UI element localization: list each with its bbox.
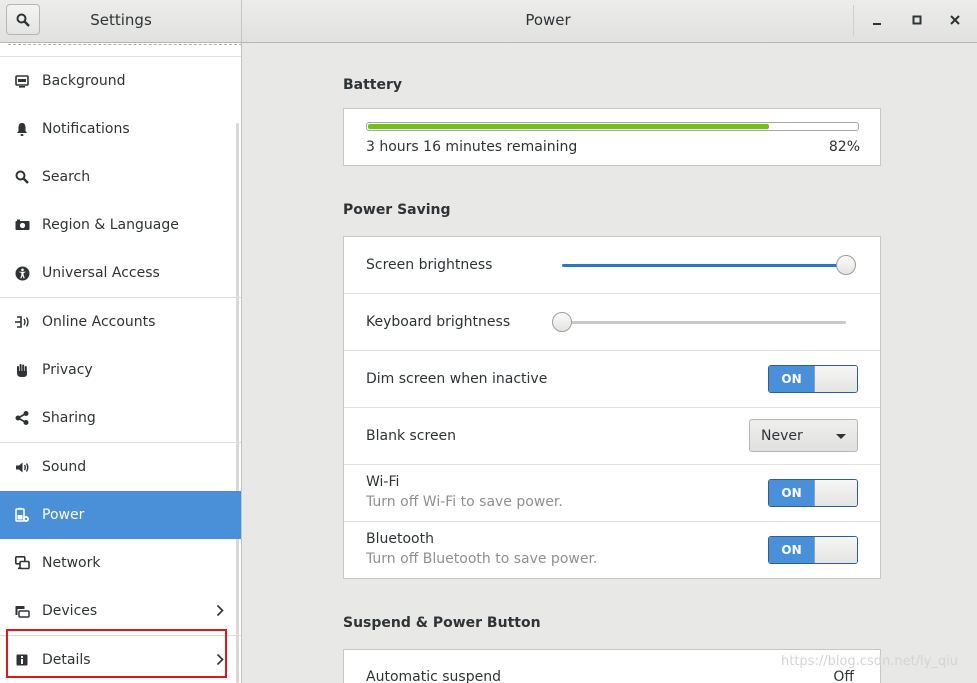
sidebar-item-notifications[interactable]: Notifications <box>0 105 241 153</box>
bluetooth-switch[interactable]: ON <box>768 536 858 564</box>
screen-brightness-slider[interactable] <box>836 255 856 275</box>
sidebar-item-label: Region & Language <box>42 217 179 233</box>
bluetooth-row: Bluetooth Turn off Bluetooth to save pow… <box>344 522 880 578</box>
power-saving-panel: Screen brightness Keyboard brightness Di… <box>343 236 881 579</box>
background-icon <box>14 73 30 89</box>
header-bar: Settings Power <box>0 0 977 43</box>
maximize-button[interactable] <box>905 8 929 32</box>
keyboard-brightness-slider[interactable] <box>552 312 572 332</box>
screen-brightness-label: Screen brightness <box>366 257 493 273</box>
app-title: Settings <box>90 11 152 29</box>
sidebar-item-power[interactable]: Power <box>0 491 241 539</box>
sidebar-item-label: Background <box>42 73 126 89</box>
wifi-label: Wi-Fi <box>366 474 400 490</box>
details-highlight-box <box>6 629 227 678</box>
switch-state: ON <box>769 366 814 392</box>
sidebar-item-label: Universal Access <box>42 265 160 281</box>
blank-screen-dropdown[interactable]: Never <box>749 419 858 452</box>
page-title: Power <box>525 11 571 29</box>
keyboard-brightness-row: Keyboard brightness <box>344 294 880 351</box>
hand-icon <box>14 362 30 378</box>
sidebar-header: Settings <box>0 0 242 42</box>
sidebar-dashed-divider <box>8 44 241 45</box>
sidebar-item-label: Power <box>42 507 85 523</box>
dropdown-arrow-icon <box>836 434 846 439</box>
sidebar-item-sound[interactable]: Sound <box>0 443 241 491</box>
sidebar-item-universal-access[interactable]: Universal Access <box>0 249 241 297</box>
sidebar-item-online-accounts[interactable]: Online Accounts <box>0 298 241 346</box>
dropdown-value: Never <box>761 427 803 444</box>
share-icon <box>14 410 30 426</box>
sidebar-item-label: Sound <box>42 459 87 475</box>
header-separator <box>853 5 854 36</box>
battery-percent: 82% <box>828 139 860 155</box>
automatic-suspend-label[interactable]: Automatic suspend <box>366 669 501 683</box>
screen-brightness-row: Screen brightness <box>344 237 880 294</box>
power-saving-section-title: Power Saving <box>343 202 451 218</box>
switch-state: ON <box>769 480 814 506</box>
blank-screen-label: Blank screen <box>366 428 457 444</box>
sidebar-item-label: Sharing <box>42 410 96 426</box>
watermark: https://blog.csdn.net/ly_qiu <box>781 654 958 669</box>
battery-section-title: Battery <box>343 77 403 93</box>
automatic-suspend-value[interactable]: Off <box>833 669 854 683</box>
search-icon <box>14 169 30 185</box>
sidebar-item-search[interactable]: Search <box>0 153 241 201</box>
keyboard-brightness-label: Keyboard brightness <box>366 314 511 330</box>
bell-icon <box>14 121 30 137</box>
sidebar-item-network[interactable]: Network <box>0 539 241 587</box>
bluetooth-description: Turn off Bluetooth to save power. <box>366 551 598 567</box>
minimize-button[interactable] <box>865 8 889 32</box>
bluetooth-label: Bluetooth <box>366 531 434 547</box>
sidebar-item-label: Privacy <box>42 362 93 378</box>
sidebar-item-privacy[interactable]: Privacy <box>0 346 241 394</box>
minimize-icon <box>873 23 881 25</box>
devices-icon <box>14 603 30 619</box>
wifi-description: Turn off Wi-Fi to save power. <box>366 494 563 510</box>
dim-screen-row: Dim screen when inactive ON <box>344 351 880 408</box>
battery-remaining: 3 hours 16 minutes remaining <box>366 139 578 155</box>
screen-brightness-fill <box>562 264 846 267</box>
dim-screen-switch[interactable]: ON <box>768 365 858 393</box>
sidebar-item-background[interactable]: Background <box>0 57 241 105</box>
sidebar-item-label: Online Accounts <box>42 314 156 330</box>
accessibility-icon <box>14 265 30 281</box>
battery-panel: 3 hours 16 minutes remaining 82% <box>343 108 881 166</box>
speaker-icon <box>14 459 30 475</box>
suspend-section-title: Suspend & Power Button <box>343 615 541 631</box>
battery-level-bar <box>366 122 859 131</box>
sidebar-item-label: Notifications <box>42 121 130 137</box>
sidebar-item-label: Devices <box>42 603 98 619</box>
switch-knob <box>814 366 857 392</box>
sidebar: Background Notifications Search Region &… <box>0 43 242 683</box>
chevron-right-icon <box>216 604 224 617</box>
sidebar-item-devices[interactable]: Devices <box>0 587 241 635</box>
camera-icon <box>14 217 30 233</box>
dim-screen-label: Dim screen when inactive <box>366 371 548 387</box>
wifi-switch[interactable]: ON <box>768 479 858 507</box>
switch-knob <box>814 537 857 563</box>
sidebar-item-label: Network <box>42 555 101 571</box>
power-icon <box>14 507 30 523</box>
maximize-icon <box>912 15 922 25</box>
sidebar-item-sharing[interactable]: Sharing <box>0 394 241 442</box>
switch-knob <box>814 480 857 506</box>
blank-screen-row: Blank screen Never <box>344 408 880 465</box>
wifi-row: Wi-Fi Turn off Wi-Fi to save power. ON <box>344 465 880 522</box>
network-icon <box>14 555 30 571</box>
sidebar-item-label: Search <box>42 169 91 185</box>
close-icon <box>950 15 960 25</box>
switch-state: ON <box>769 537 814 563</box>
keyboard-brightness-track[interactable] <box>562 321 846 324</box>
sidebar-item-region-language[interactable]: Region & Language <box>0 201 241 249</box>
close-button[interactable] <box>943 8 967 32</box>
battery-level-fill <box>368 124 769 129</box>
online-accounts-icon <box>14 314 30 330</box>
